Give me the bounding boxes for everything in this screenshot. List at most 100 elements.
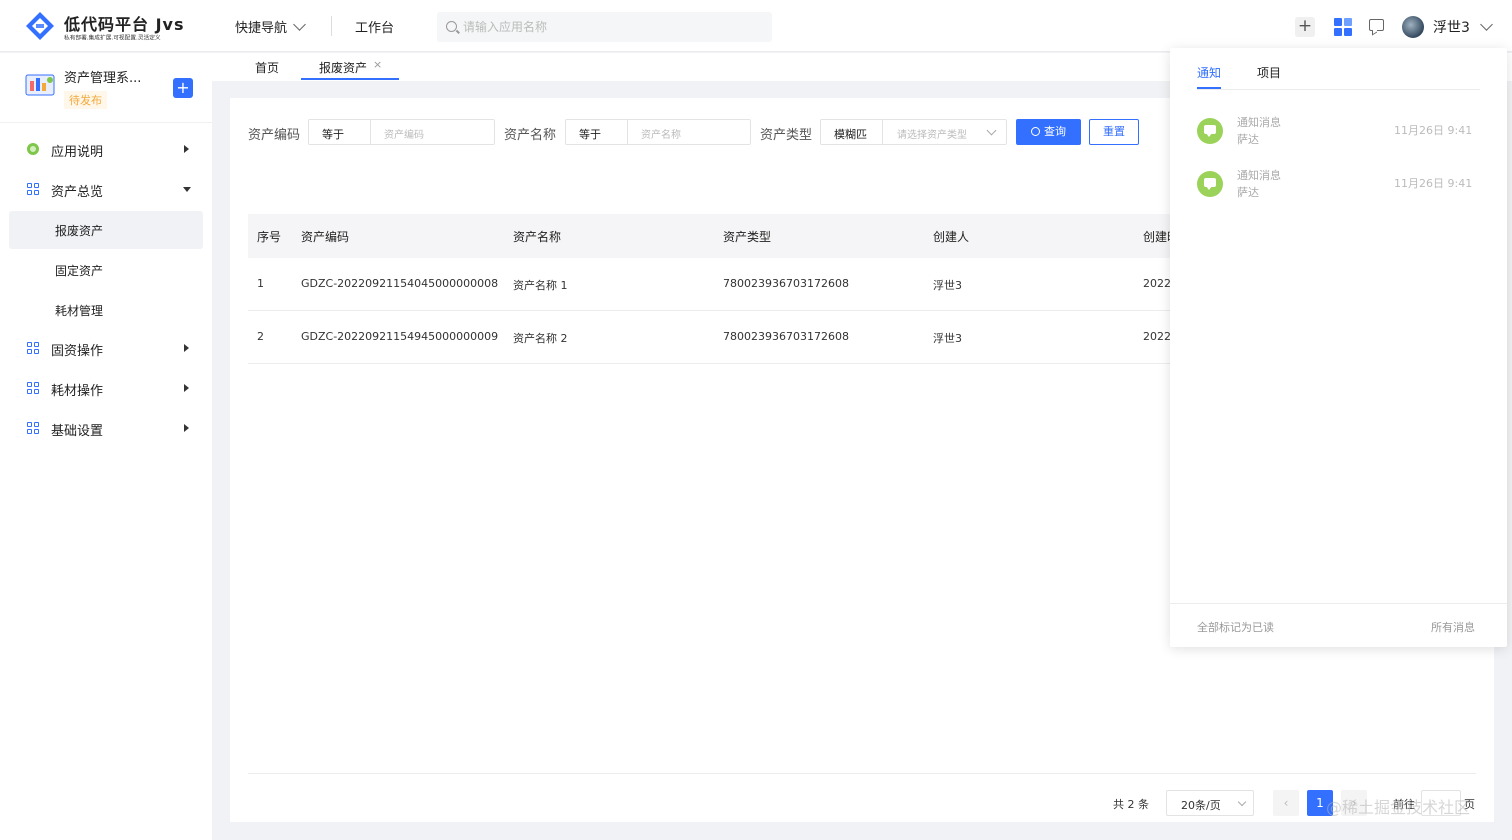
logo-title: 低代码平台 Jvs	[64, 15, 185, 34]
app-search	[437, 12, 772, 42]
caret-right-icon	[184, 424, 189, 432]
footer-divider	[1170, 603, 1507, 604]
sidebar-item-label: 耗材操作	[51, 384, 104, 399]
pagination-total: 共 2 条	[1113, 798, 1149, 811]
sidebar-item-label: 固资操作	[51, 344, 104, 359]
add-button[interactable]: +	[1295, 17, 1315, 37]
sidebar-item-label: 基础设置	[51, 424, 104, 439]
page-size-select[interactable]: 20条/页	[1166, 790, 1254, 816]
filter-code-input[interactable]: 资产编码	[384, 126, 424, 141]
caret-right-icon	[184, 344, 189, 352]
chevron-down-icon	[986, 125, 997, 136]
grid-icon	[27, 382, 39, 394]
sidebar-item-consumable-ops[interactable]: 耗材操作	[0, 370, 212, 408]
filter-label-name: 资产名称	[504, 128, 557, 143]
table-cell: 1	[257, 277, 264, 290]
filter-operator-select[interactable]: 等于	[309, 120, 371, 144]
filter-label-code: 资产编码	[248, 128, 301, 143]
search-icon	[1031, 127, 1040, 136]
app-search-input[interactable]	[463, 12, 763, 42]
message-icon[interactable]	[1369, 19, 1384, 31]
filter-operator-select[interactable]: 等于	[566, 120, 628, 144]
notification-time: 11月26日 9:41	[1394, 177, 1473, 190]
sidebar-item-app-description[interactable]: 应用说明	[0, 131, 212, 169]
filter-name-input[interactable]: 资产名称	[641, 126, 681, 141]
mark-all-read-link[interactable]: 全部标记为已读	[1197, 619, 1274, 635]
app-name: 资产管理系...	[64, 71, 142, 86]
status-badge: 待发布	[64, 91, 107, 109]
table-cell: 浮世3	[933, 332, 962, 345]
header-divider	[331, 16, 332, 36]
column-header: 创建人	[933, 230, 970, 244]
tab-notifications[interactable]: 通知	[1197, 64, 1221, 81]
search-icon	[446, 21, 457, 32]
logo-icon	[26, 12, 54, 40]
column-header: 序号	[257, 230, 282, 244]
sidebar-subitem-label: 报废资产	[55, 224, 104, 238]
logo[interactable]: 低代码平台 Jvs 私有部署.集成扩展.可视配置.灵活定义	[24, 10, 194, 44]
notification-sender: 萨达	[1237, 133, 1259, 146]
filter-type-select[interactable]: 请选择资产类型	[897, 126, 967, 141]
sidebar-item-fixed-asset-ops[interactable]: 固资操作	[0, 330, 212, 368]
table-cell: 780023936703172608	[723, 330, 849, 343]
sidebar-subitem-consumables[interactable]: 耗材管理	[9, 291, 203, 329]
sidebar-item-basic-settings[interactable]: 基础设置	[0, 410, 212, 448]
add-menu-button[interactable]: +	[173, 78, 193, 98]
caret-down-icon	[183, 187, 191, 192]
workbench-link[interactable]: 工作台	[355, 17, 394, 36]
caret-right-icon	[184, 145, 189, 153]
tab-active-indicator	[301, 78, 399, 80]
grid-icon	[27, 183, 39, 195]
filter-label-type: 资产类型	[760, 128, 813, 143]
tab-home[interactable]: 首页	[255, 59, 279, 76]
notification-sender: 萨达	[1237, 186, 1259, 199]
all-messages-link[interactable]: 所有消息	[1431, 619, 1475, 635]
sidebar-subitem-label: 固定资产	[55, 264, 104, 278]
message-bubble-icon	[1197, 118, 1223, 144]
table-cell: 2	[257, 330, 264, 343]
notification-item[interactable]: 通知消息 萨达 11月26日 9:41	[1197, 114, 1477, 154]
quick-nav-menu[interactable]: 快捷导航	[235, 17, 306, 36]
column-header: 资产编码	[301, 230, 350, 244]
filter-code: 等于 资产编码	[308, 119, 495, 145]
app-thumbnail-icon	[25, 74, 55, 96]
apps-grid-icon[interactable]	[1334, 18, 1352, 36]
avatar[interactable]	[1402, 16, 1424, 38]
table-cell: 780023936703172608	[723, 277, 849, 290]
table-cell: GDZC-20220921154045000000008	[301, 277, 499, 290]
filter-name: 等于 资产名称	[565, 119, 751, 145]
sidebar-subitem-fixed-assets[interactable]: 固定资产	[9, 251, 203, 289]
user-name[interactable]: 浮世3	[1433, 17, 1470, 37]
table-cell: 2022	[1143, 277, 1171, 290]
page-size-label: 20条/页	[1181, 799, 1221, 812]
table-cell: 2022	[1143, 330, 1171, 343]
notification-item[interactable]: 通知消息 萨达 11月26日 9:41	[1197, 167, 1477, 207]
table-cell: 资产名称 1	[513, 279, 568, 292]
table-cell: GDZC-20220921154945000000009	[301, 330, 499, 343]
notification-time: 11月26日 9:41	[1394, 124, 1473, 137]
tab-projects[interactable]: 项目	[1257, 64, 1281, 81]
sidebar-item-asset-overview[interactable]: 资产总览	[0, 171, 212, 209]
top-header: 低代码平台 Jvs 私有部署.集成扩展.可视配置.灵活定义 快捷导航 工作台 +…	[0, 0, 1512, 52]
close-icon[interactable]: ×	[373, 58, 382, 71]
chevron-down-icon	[1237, 797, 1247, 807]
filter-type: 模糊匹 请选择资产类型	[820, 119, 1007, 145]
sidebar-item-label: 资产总览	[51, 185, 104, 200]
chevron-down-icon[interactable]	[1480, 18, 1493, 31]
sidebar-item-label: 应用说明	[51, 145, 104, 160]
tab-scrapped-assets[interactable]: 报废资产	[319, 59, 367, 76]
grid-icon	[27, 342, 39, 354]
sidebar-subitem-scrapped-assets[interactable]: 报废资产	[9, 211, 203, 249]
query-button[interactable]: 查询	[1016, 119, 1081, 145]
sidebar-subitem-label: 耗材管理	[55, 304, 104, 318]
sidebar: 资产管理系... 待发布 + 应用说明 资产总览 报废资产 固定资产 耗材管理 …	[0, 53, 212, 840]
filter-operator-select[interactable]: 模糊匹	[821, 120, 883, 144]
reset-button[interactable]: 重置	[1089, 119, 1139, 145]
prev-page-button[interactable]: ‹	[1273, 790, 1299, 816]
app-info: 资产管理系... 待发布 +	[0, 53, 212, 123]
circle-icon	[27, 143, 39, 155]
tabs-divider	[1197, 89, 1480, 90]
footer-divider	[248, 773, 1476, 774]
caret-right-icon	[184, 384, 189, 392]
chevron-down-icon	[293, 18, 306, 31]
